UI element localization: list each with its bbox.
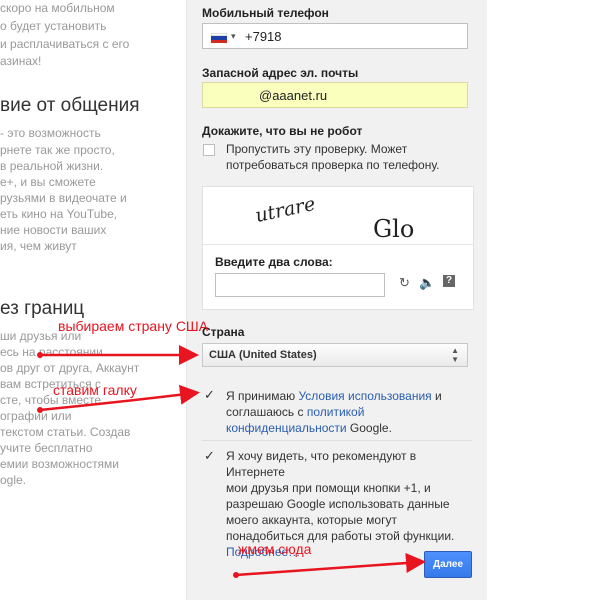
annotation-arrows — [37, 345, 426, 578]
annotation-button: жмем сюда — [238, 541, 312, 557]
annotation-country: выбираем страну США — [58, 318, 209, 334]
annotation-checkbox: ставим галку — [53, 382, 137, 398]
